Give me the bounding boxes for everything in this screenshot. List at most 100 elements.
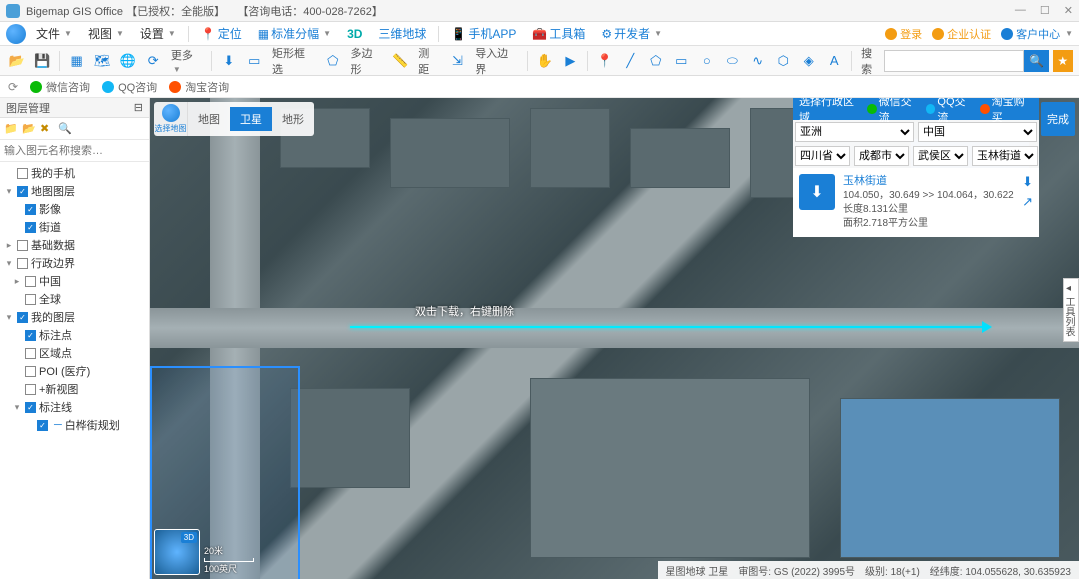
tree-node[interactable]: ▸中国: [0, 272, 149, 290]
tree-node[interactable]: ▾✓我的图层: [0, 308, 149, 326]
search-input[interactable]: [884, 50, 1024, 72]
tree-checkbox[interactable]: [17, 258, 28, 269]
tree-node[interactable]: ▾行政边界: [0, 254, 149, 272]
tree-checkbox[interactable]: [17, 240, 28, 251]
share-region-icon[interactable]: ↗: [1022, 194, 1033, 210]
tree-node[interactable]: ✓─白桦街规划: [0, 416, 149, 434]
maximize-button[interactable]: ☐: [1040, 4, 1050, 17]
text-icon[interactable]: A: [823, 50, 844, 72]
search-tree-icon[interactable]: 🔍: [58, 122, 72, 136]
globe-tool-icon[interactable]: 🌐: [117, 50, 138, 72]
tree-checkbox[interactable]: [25, 276, 36, 287]
tree-node[interactable]: ▾✓地图图层: [0, 182, 149, 200]
map-view[interactable]: 双击下载，右键删除 选择地图 地图 卫星 地形 选择行政区域 微信交流 QQ交流…: [150, 98, 1079, 579]
download-icon[interactable]: ⬇: [218, 50, 239, 72]
pointer-icon[interactable]: ▶: [560, 50, 581, 72]
measure-line[interactable]: [350, 326, 990, 328]
circle-icon[interactable]: ○: [696, 50, 717, 72]
menu-file[interactable]: 文件▼: [30, 23, 78, 44]
folder-icon[interactable]: 📂: [22, 122, 36, 136]
download-region-icon[interactable]: ⬇: [1022, 174, 1033, 190]
select-street[interactable]: 玉林街道: [972, 146, 1038, 166]
tree-node[interactable]: ▸基础数据: [0, 236, 149, 254]
open-icon[interactable]: 📂: [6, 50, 27, 72]
tree-node[interactable]: ▾✓标注线: [0, 398, 149, 416]
line-icon[interactable]: ╱: [620, 50, 641, 72]
layers-icon[interactable]: 🗺: [91, 50, 112, 72]
select-continent[interactable]: 亚洲: [795, 122, 914, 142]
refresh-chat-icon[interactable]: ⟳: [8, 80, 18, 94]
curve-icon[interactable]: ∿: [747, 50, 768, 72]
ellipse-icon[interactable]: ⬭: [722, 50, 743, 72]
tree-node[interactable]: ✓影像: [0, 200, 149, 218]
tree-node[interactable]: +新视图: [0, 380, 149, 398]
tab-map[interactable]: 地图: [188, 107, 230, 131]
globe-icon[interactable]: [6, 24, 26, 44]
region-qq[interactable]: QQ交流: [926, 98, 974, 125]
tree-node[interactable]: ✓街道: [0, 218, 149, 236]
tree-checkbox[interactable]: [17, 168, 28, 179]
tab-satellite[interactable]: 卫星: [230, 107, 272, 131]
tree-checkbox[interactable]: ✓: [37, 420, 48, 431]
taobao-chat[interactable]: 淘宝咨询: [169, 79, 229, 95]
region-wechat[interactable]: 微信交流: [867, 98, 920, 125]
tree-checkbox[interactable]: ✓: [25, 402, 36, 413]
rect-select-icon[interactable]: ▭: [244, 50, 265, 72]
refresh-icon[interactable]: ⟳: [142, 50, 163, 72]
menu-earth3d[interactable]: 三维地球: [372, 23, 432, 44]
select-country[interactable]: 中国: [918, 122, 1037, 142]
tree-node[interactable]: 我的手机: [0, 164, 149, 182]
more-dropdown[interactable]: 更多▼: [168, 47, 205, 75]
link-enterprise[interactable]: 企业认证: [932, 26, 991, 42]
link-login[interactable]: 登录: [885, 26, 922, 42]
select-district[interactable]: 武侯区: [913, 146, 968, 166]
delete-icon[interactable]: ✖: [40, 122, 54, 136]
menu-locate[interactable]: 📍定位: [195, 23, 248, 44]
tree-node[interactable]: ✓标注点: [0, 326, 149, 344]
favorite-button[interactable]: ★: [1053, 50, 1073, 72]
tree-checkbox[interactable]: [25, 384, 36, 395]
save-icon[interactable]: 💾: [31, 50, 52, 72]
basemap-picker[interactable]: 选择地图: [154, 102, 188, 136]
menu-mobile[interactable]: 📱手机APP: [445, 23, 522, 44]
tag-icon[interactable]: ◈: [798, 50, 819, 72]
menu-3d[interactable]: 3D: [341, 25, 368, 43]
measure-icon[interactable]: 📏: [390, 50, 411, 72]
menu-settings[interactable]: 设置▼: [134, 23, 182, 44]
qq-chat[interactable]: QQ咨询: [102, 79, 157, 95]
tree-node[interactable]: POI (医疗): [0, 362, 149, 380]
hand-icon[interactable]: ✋: [534, 50, 555, 72]
tool-list-tab[interactable]: ◂ 工具列表: [1063, 278, 1079, 342]
sidebar-collapse-icon[interactable]: ⊟: [134, 101, 143, 114]
tree-checkbox[interactable]: ✓: [17, 186, 28, 197]
tree-checkbox[interactable]: ✓: [25, 330, 36, 341]
tree-checkbox[interactable]: [25, 294, 36, 305]
grid-icon[interactable]: ▦: [66, 50, 87, 72]
menu-toolbox[interactable]: 🧰工具箱: [526, 23, 591, 44]
tree-checkbox[interactable]: ✓: [25, 222, 36, 233]
wechat-chat[interactable]: 微信咨询: [30, 79, 90, 95]
minimize-button[interactable]: —: [1015, 4, 1026, 17]
link-service[interactable]: 客户中心▼: [1001, 26, 1073, 42]
select-city[interactable]: 成都市: [854, 146, 909, 166]
hex-icon[interactable]: ⬡: [773, 50, 794, 72]
menu-standard[interactable]: ▦标准分幅▼: [252, 23, 337, 44]
tree-checkbox[interactable]: [25, 348, 36, 359]
rect-icon[interactable]: ▭: [671, 50, 692, 72]
mini-3d-globe[interactable]: 3D: [154, 529, 200, 575]
search-button[interactable]: 🔍: [1024, 50, 1048, 72]
menu-developer[interactable]: ⚙开发者▼: [595, 23, 668, 44]
polygon-icon[interactable]: ⬠: [322, 50, 343, 72]
shape-icon[interactable]: ⬠: [645, 50, 666, 72]
tree-checkbox[interactable]: [25, 366, 36, 377]
tree-checkbox[interactable]: ✓: [25, 204, 36, 215]
tree-node[interactable]: 区域点: [0, 344, 149, 362]
sidebar-search-input[interactable]: [4, 145, 146, 157]
folder-add-icon[interactable]: 📁: [4, 122, 18, 136]
menu-view[interactable]: 视图▼: [82, 23, 130, 44]
pin-icon[interactable]: 📍: [594, 50, 615, 72]
tree-checkbox[interactable]: ✓: [17, 312, 28, 323]
done-button[interactable]: 完成: [1041, 102, 1075, 136]
region-taobao[interactable]: 淘宝购买: [980, 98, 1033, 125]
tab-terrain[interactable]: 地形: [272, 107, 314, 131]
